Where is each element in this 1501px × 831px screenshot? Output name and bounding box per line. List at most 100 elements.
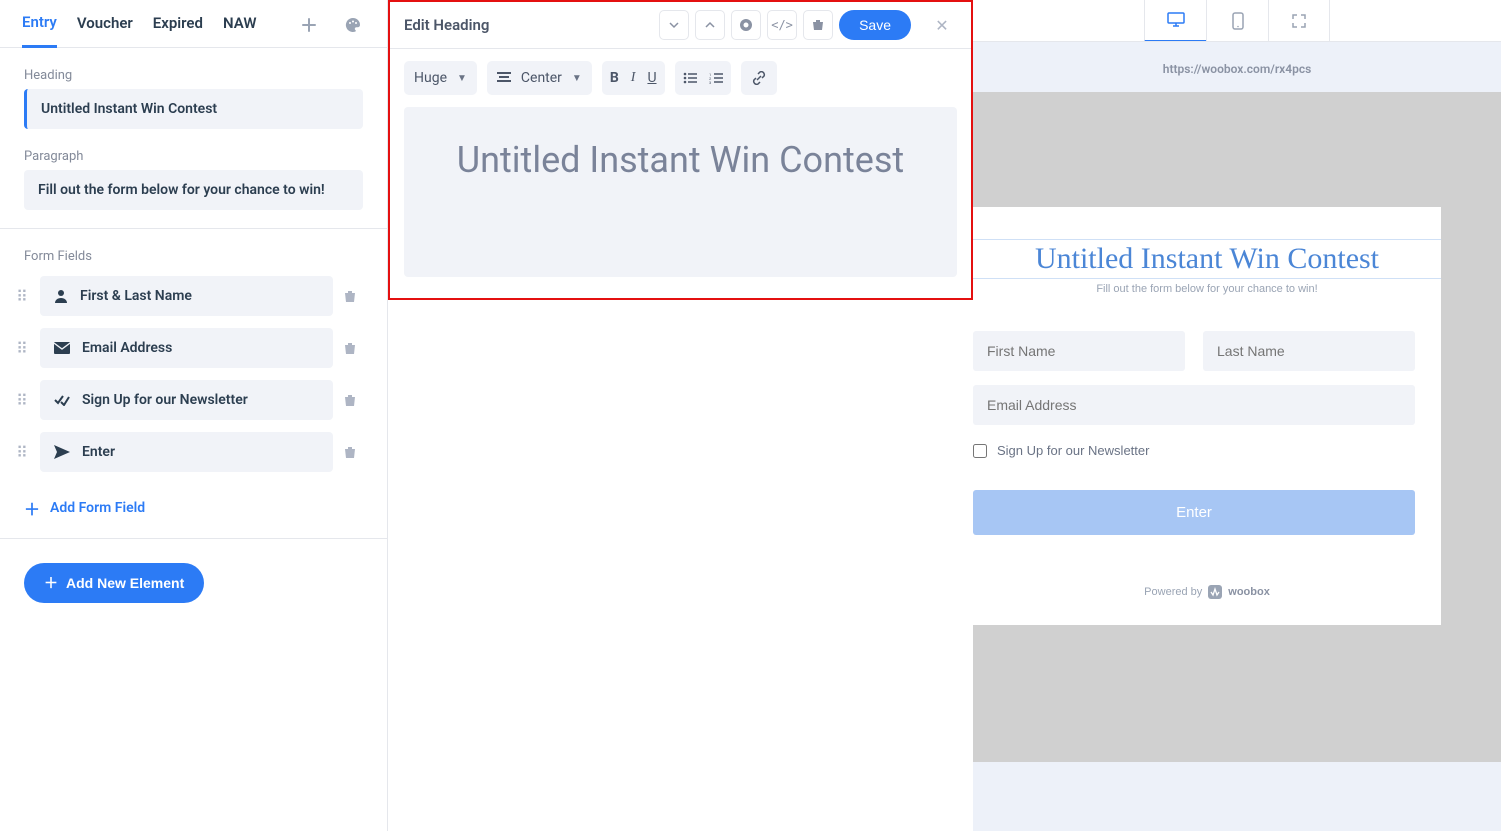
- link-button[interactable]: [741, 61, 777, 95]
- editor-header: Edit Heading </> Save ✕: [390, 2, 971, 49]
- save-button[interactable]: Save: [839, 10, 911, 40]
- italic-button[interactable]: I: [631, 70, 636, 86]
- fullscreen-button[interactable]: [1268, 0, 1330, 42]
- field-label: Email Address: [82, 340, 172, 356]
- field-label: Sign Up for our Newsletter: [82, 392, 248, 408]
- paragraph-section-label: Paragraph: [24, 149, 363, 164]
- editor-toolbar: Huge ▼ Center ▼ B I U 123: [390, 49, 971, 107]
- field-first-last-name[interactable]: First & Last Name: [40, 276, 333, 316]
- underline-button[interactable]: U: [647, 70, 656, 86]
- paragraph-element-box[interactable]: Fill out the form below for your chance …: [24, 170, 363, 210]
- list-group: 123: [675, 61, 731, 95]
- tab-expired[interactable]: Expired: [153, 14, 203, 46]
- expand-icon: [1292, 14, 1306, 28]
- mobile-view-button[interactable]: [1206, 0, 1268, 42]
- align-dropdown[interactable]: Center ▼: [487, 61, 592, 95]
- font-size-label: Huge: [414, 70, 447, 86]
- bullet-list-icon: [683, 72, 697, 84]
- mobile-icon: [1232, 12, 1244, 30]
- delete-field-button[interactable]: [343, 341, 363, 355]
- left-sidebar: Entry Voucher Expired NAW Heading Untitl…: [0, 0, 388, 831]
- preview-url: https://woobox.com/rx4pcs: [973, 42, 1501, 92]
- heading-element-box[interactable]: Untitled Instant Win Contest: [24, 89, 363, 129]
- email-input[interactable]: [973, 385, 1415, 425]
- trash-icon: [343, 341, 357, 355]
- field-enter[interactable]: Enter: [40, 432, 333, 472]
- trash-icon: [812, 19, 824, 31]
- preview-canvas: Untitled Instant Win Contest Fill out th…: [973, 92, 1501, 762]
- plus-icon: [302, 18, 316, 32]
- text-style-group: B I U: [602, 61, 665, 95]
- delete-field-button[interactable]: [343, 393, 363, 407]
- palette-button[interactable]: [341, 17, 365, 43]
- form-field-row: ⠿ Email Address: [14, 328, 363, 368]
- newsletter-label: Sign Up for our Newsletter: [997, 443, 1149, 458]
- first-name-input[interactable]: [973, 331, 1185, 371]
- newsletter-checkbox-row[interactable]: Sign Up for our Newsletter: [973, 425, 1441, 458]
- drag-handle-icon[interactable]: ⠿: [14, 443, 30, 462]
- add-new-element-button[interactable]: ＋ Add New Element: [24, 563, 204, 603]
- send-icon: [54, 445, 70, 459]
- number-list-button[interactable]: 123: [709, 72, 723, 84]
- field-newsletter[interactable]: Sign Up for our Newsletter: [40, 380, 333, 420]
- plus-icon: ＋: [24, 496, 40, 520]
- preview-heading[interactable]: Untitled Instant Win Contest: [973, 239, 1441, 279]
- visibility-button[interactable]: [731, 10, 761, 40]
- tab-voucher[interactable]: Voucher: [77, 14, 133, 46]
- palette-icon: [345, 17, 361, 33]
- drag-handle-icon[interactable]: ⠿: [14, 287, 30, 306]
- field-label: Enter: [82, 444, 115, 460]
- tab-entry[interactable]: Entry: [22, 13, 57, 48]
- element-tabs: Entry Voucher Expired NAW: [0, 0, 387, 48]
- drag-handle-icon[interactable]: ⠿: [14, 391, 30, 410]
- add-tab-button[interactable]: [297, 17, 321, 43]
- code-icon: </>: [771, 18, 793, 32]
- trash-icon: [343, 393, 357, 407]
- delete-field-button[interactable]: [343, 289, 363, 303]
- desktop-icon: [1167, 12, 1185, 28]
- drag-handle-icon[interactable]: ⠿: [14, 339, 30, 358]
- code-button[interactable]: </>: [767, 10, 797, 40]
- preview-subtitle: Fill out the form below for your chance …: [973, 283, 1441, 295]
- field-email[interactable]: Email Address: [40, 328, 333, 368]
- tab-naw[interactable]: NAW: [223, 14, 257, 46]
- form-field-row: ⠿ Sign Up for our Newsletter: [14, 380, 363, 420]
- close-icon: ✕: [935, 16, 948, 35]
- font-size-dropdown[interactable]: Huge ▼: [404, 61, 477, 95]
- powered-by: Powered by woobox: [973, 585, 1441, 599]
- align-label: Center: [521, 70, 562, 86]
- heading-edit-area[interactable]: Untitled Instant Win Contest: [404, 107, 957, 277]
- bullet-list-button[interactable]: [683, 72, 697, 84]
- last-name-input[interactable]: [1203, 331, 1415, 371]
- form-preview-card: Untitled Instant Win Contest Fill out th…: [973, 207, 1441, 625]
- user-icon: [54, 289, 68, 303]
- editor-title: Edit Heading: [404, 16, 653, 34]
- preview-pane: https://woobox.com/rx4pcs Untitled Insta…: [973, 0, 1501, 831]
- delete-field-button[interactable]: [343, 445, 363, 459]
- add-new-element-label: Add New Element: [66, 575, 184, 591]
- align-center-icon: [497, 72, 511, 84]
- caret-down-icon: ▼: [572, 73, 582, 84]
- bold-button[interactable]: B: [610, 70, 619, 86]
- chevron-down-icon: [669, 20, 679, 30]
- chevron-up-icon: [705, 20, 715, 30]
- edit-heading-panel: Edit Heading </> Save ✕ Huge ▼ Center ▼ …: [388, 0, 973, 300]
- caret-down-icon: ▼: [457, 73, 467, 84]
- add-form-field-link[interactable]: ＋ Add Form Field: [24, 496, 363, 520]
- eye-icon: [739, 18, 753, 32]
- name-input-row: [973, 295, 1441, 371]
- field-label: First & Last Name: [80, 288, 192, 304]
- form-field-row: ⠿ Enter: [14, 432, 363, 472]
- delete-button[interactable]: [803, 10, 833, 40]
- newsletter-checkbox[interactable]: [973, 444, 987, 458]
- move-up-button[interactable]: [695, 10, 725, 40]
- close-editor-button[interactable]: ✕: [927, 10, 957, 40]
- enter-button[interactable]: Enter: [973, 490, 1415, 535]
- heading-section-label: Heading: [24, 68, 363, 83]
- plus-icon: ＋: [44, 573, 58, 593]
- move-down-button[interactable]: [659, 10, 689, 40]
- form-field-row: ⠿ First & Last Name: [14, 276, 363, 316]
- desktop-view-button[interactable]: [1144, 0, 1206, 42]
- device-toolbar: [973, 0, 1501, 42]
- mail-icon: [54, 342, 70, 354]
